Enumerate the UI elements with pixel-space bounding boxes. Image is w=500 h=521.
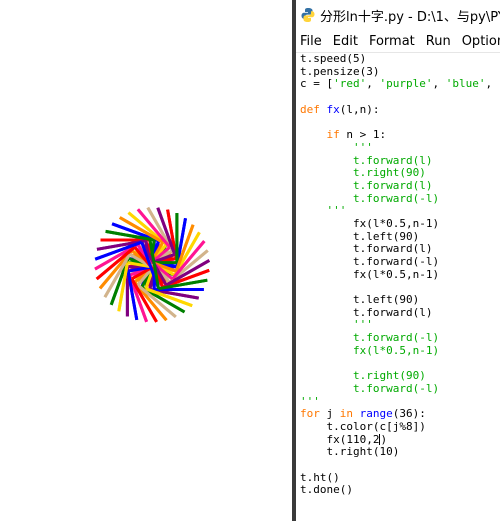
- code-token: t.forward(l): [300, 305, 433, 319]
- menu-run[interactable]: Run: [426, 34, 451, 49]
- code-token: t.forward(l): [300, 153, 433, 167]
- menu-bar: File Edit Format Run Options: [296, 30, 500, 53]
- code-token: if: [326, 128, 340, 142]
- code-token: t.speed(5): [300, 52, 367, 65]
- code-token: c = [: [300, 77, 334, 91]
- code-token: t.forward(-l): [300, 191, 440, 205]
- code-token: def: [300, 102, 327, 116]
- code-token: t.pensize(3): [300, 64, 380, 78]
- code-token: 'red': [333, 77, 367, 91]
- code-token: ''': [300, 394, 320, 408]
- idle-editor-window: 分形ln十字.py - D:\1、与py\PY\分 File Edit Format…: [296, 0, 500, 521]
- code-line: fx(l*0.5,n-1): [300, 267, 500, 282]
- code-token: ,: [485, 77, 493, 91]
- code-line: fx(l*0.5,n-1): [300, 343, 500, 358]
- code-token: fx(l*0.5,n-1): [300, 267, 440, 281]
- code-token: t.left(90): [300, 229, 420, 243]
- menu-format[interactable]: Format: [369, 34, 415, 49]
- code-token: t.forward(l): [300, 178, 433, 192]
- code-token: t.done(): [300, 483, 353, 497]
- code-token: t.forward(l): [300, 242, 433, 256]
- code-token: ''': [300, 318, 373, 332]
- code-token: ,: [366, 77, 380, 91]
- code-token: j: [319, 407, 340, 421]
- code-line: t.right(10): [300, 445, 500, 459]
- code-token: fx(110,2: [300, 432, 380, 446]
- code-line: def fx(l,n):: [300, 102, 500, 117]
- code-line: t.forward(-l): [300, 381, 500, 396]
- code-token: t.forward(-l): [300, 331, 440, 345]
- code-token: t.forward(-l): [300, 255, 440, 268]
- code-token: fx(l*0.5,n-1): [300, 216, 440, 230]
- code-token: ): [380, 432, 388, 446]
- code-token: n > 1:: [339, 128, 387, 142]
- code-token: t.ht(): [300, 470, 340, 484]
- menu-edit[interactable]: Edit: [333, 34, 358, 49]
- code-token: (l,n):: [339, 102, 380, 116]
- code-token: t.right(10): [300, 445, 400, 459]
- code-token: 'blue': [445, 77, 486, 91]
- code-token: t.color(c[j%8]): [300, 419, 426, 433]
- code-token: in: [339, 407, 353, 421]
- code-token: fx(l*0.5,n-1): [300, 343, 440, 357]
- code-token: t.left(90): [300, 293, 420, 307]
- code-token: ''': [300, 140, 373, 154]
- code-token: t.right(90): [300, 166, 426, 180]
- code-token: (36):: [392, 407, 426, 421]
- code-editor[interactable]: t.speed(5) t.pensize(3) c = ['red', 'purpl…: [300, 52, 500, 497]
- code-token: t.forward(-l): [300, 381, 440, 395]
- code-token: range: [359, 407, 393, 421]
- menu-options[interactable]: Options: [462, 34, 500, 49]
- code-token: fx: [326, 102, 340, 116]
- python-file-icon: [301, 8, 315, 22]
- code-token: t.right(90): [300, 369, 426, 383]
- menu-file[interactable]: File: [300, 34, 322, 49]
- code-line: t.done(): [300, 484, 500, 497]
- code-token: for: [300, 407, 320, 421]
- code-token: 'purple': [379, 77, 433, 91]
- window-title: 分形ln十字.py - D:\1、与py\PY\分: [320, 9, 500, 25]
- title-bar: 分形ln十字.py - D:\1、与py\PY\分: [296, 0, 500, 30]
- code-line: c = ['red', 'purple', 'blue',: [300, 78, 500, 91]
- code-token: ''': [300, 204, 347, 218]
- code-token: ,: [432, 77, 446, 91]
- turtle-canvas: [94, 206, 211, 323]
